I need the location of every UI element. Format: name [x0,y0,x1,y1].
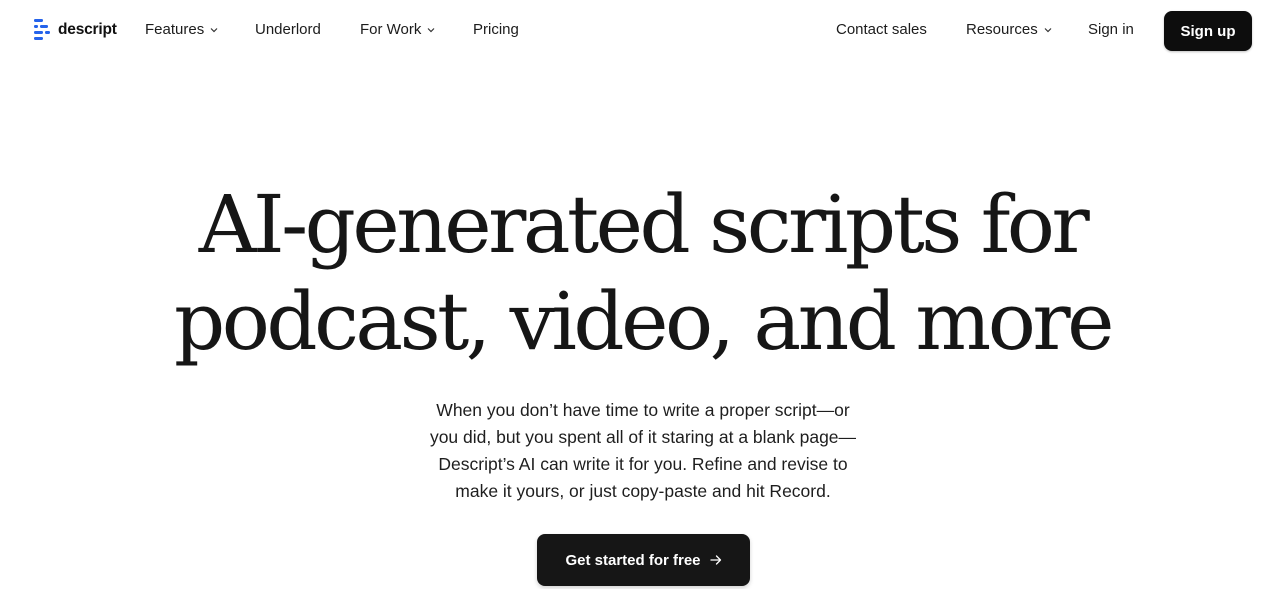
nav-pricing-label: Pricing [473,21,519,38]
descript-logo-icon [34,19,50,40]
nav-for-work-label: For Work [360,21,422,38]
nav-contact-sales-label: Contact sales [836,21,927,38]
nav-sign-in-label: Sign in [1088,21,1134,38]
hero-description: When you don’t have time to write a prop… [392,397,894,505]
nav-underlord[interactable]: Underlord [255,21,321,38]
nav-features[interactable]: Features [145,21,218,38]
top-navigation: descript Features Underlord For Work Pri… [0,0,1285,62]
nav-resources[interactable]: Resources [966,21,1052,38]
chevron-down-icon [427,27,435,32]
hero-headline-line: AI-generated scripts for [198,178,1090,271]
logo-wordmark: descript [58,20,117,38]
hero-headline-line: podcast, video, and more [174,275,1114,368]
nav-resources-label: Resources [966,21,1038,38]
nav-underlord-label: Underlord [255,21,321,38]
arrow-right-icon [709,555,721,565]
hero-description-line: make it yours, or just copy-paste and hi… [455,481,831,501]
hero-description-line: you did, but you spent all of it staring… [429,427,857,447]
hero-description-line: Descript’s AI can write it for you. Refi… [438,454,848,474]
sign-up-button[interactable]: Sign up [1164,11,1252,51]
nav-contact-sales[interactable]: Contact sales [836,21,927,38]
hero-headline: AI-generated scripts for podcast, video,… [0,176,1285,370]
nav-sign-in[interactable]: Sign in [1088,21,1134,38]
nav-features-label: Features [145,21,205,38]
chevron-down-icon [210,27,218,32]
descript-logo[interactable]: descript [34,19,117,40]
get-started-button[interactable]: Get started for free [537,534,750,586]
get-started-label: Get started for free [565,551,701,569]
hero-description-line: When you don’t have time to write a prop… [436,400,850,420]
nav-pricing[interactable]: Pricing [473,21,519,38]
chevron-down-icon [1044,27,1052,32]
nav-for-work[interactable]: For Work [360,21,435,38]
